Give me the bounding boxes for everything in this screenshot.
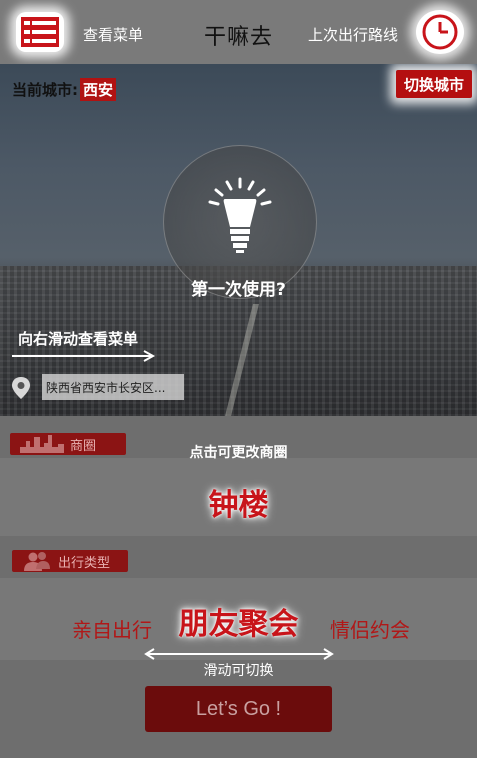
top-bar: 查看菜单 干嘛去 上次出行路线 xyxy=(0,0,477,64)
people-icon xyxy=(24,552,50,571)
current-city-label: 当前城市: xyxy=(12,81,78,99)
first-use-hint[interactable]: 第一次使用? xyxy=(0,275,477,300)
tap-district-hint: 点击可更改商圈 xyxy=(189,445,288,461)
swipe-menu-hint: 向右滑动查看菜单 xyxy=(18,330,139,348)
current-city: 当前城市: 西安 xyxy=(12,78,117,101)
arrow-right-icon xyxy=(12,350,156,362)
district-selector[interactable]: 钟楼 xyxy=(0,480,477,524)
city-background-image: 当前城市: 西安 切换城市 第一次使用? 向右滑动查看菜单 陕西省西安市长安区..… xyxy=(0,64,477,416)
clock-icon xyxy=(422,14,458,50)
history-button[interactable] xyxy=(416,10,464,54)
location-pin-icon xyxy=(12,377,30,399)
history-label[interactable]: 上次出行路线 xyxy=(308,24,398,45)
lightbulb-icon xyxy=(208,177,272,253)
travel-type-tag: 出行类型 xyxy=(12,550,128,572)
travel-option-couple[interactable]: 情侣约会 xyxy=(330,614,410,643)
current-city-value: 西安 xyxy=(80,78,117,101)
lets-go-button[interactable]: Let’s Go ! xyxy=(145,686,332,732)
location-field[interactable]: 陕西省西安市长安区... xyxy=(42,374,184,400)
double-arrow-icon xyxy=(144,648,334,660)
travel-type-tag-label: 出行类型 xyxy=(58,555,111,571)
page-title: 干嘛去 xyxy=(203,25,273,50)
location-row: 陕西省西安市长安区... xyxy=(8,372,186,402)
switch-city-button[interactable]: 切换城市 xyxy=(396,70,472,98)
swipe-switch-hint: 滑动可切换 xyxy=(203,663,274,679)
